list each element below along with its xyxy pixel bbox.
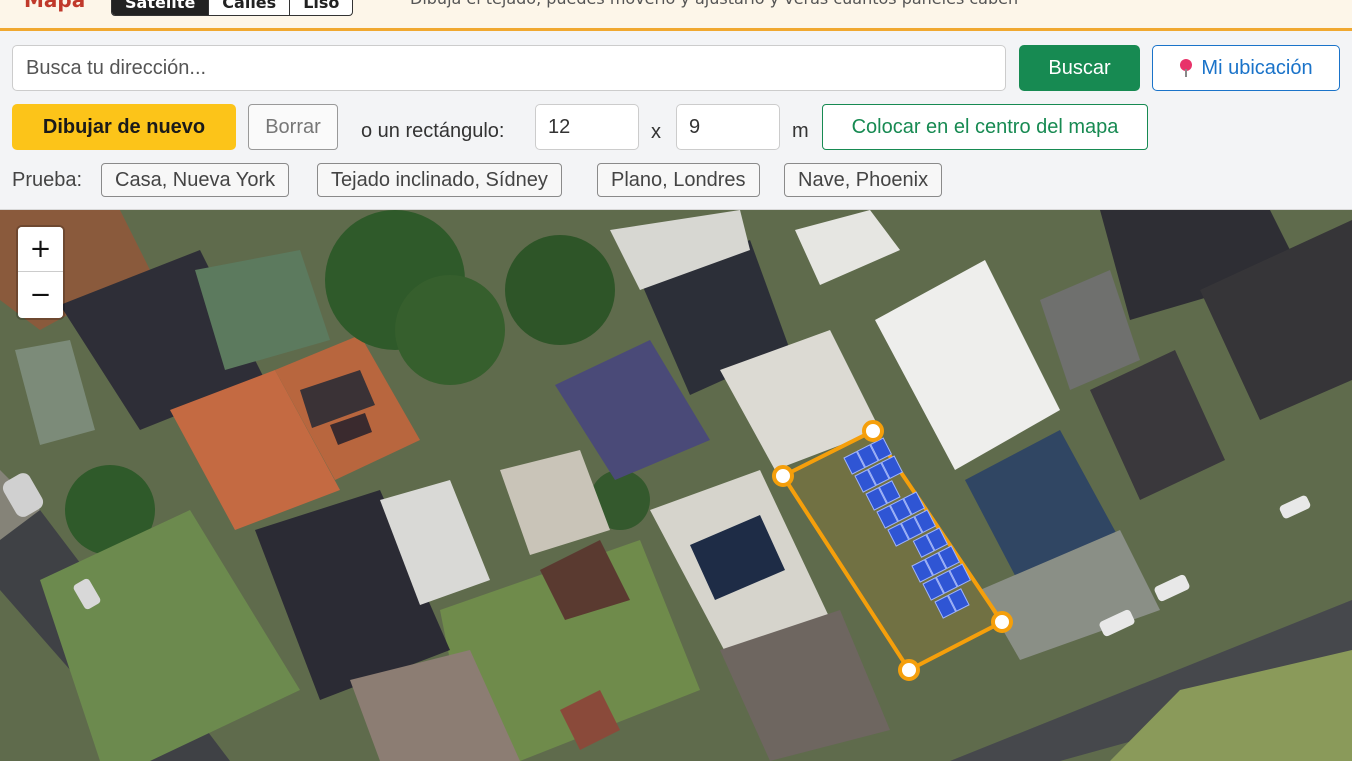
example-london-button[interactable]: Plano, Londres	[597, 163, 760, 197]
roof-drawing-layer	[772, 420, 1013, 681]
zoom-in-button[interactable]: +	[18, 227, 63, 272]
example-sydney-button[interactable]: Tejado inclinado, Sídney	[317, 163, 562, 197]
address-search-input[interactable]	[12, 45, 1006, 91]
header-hint: Dibuja el tejado, puedes moverlo y ajust…	[410, 0, 1018, 8]
mode-streets-button[interactable]: Calles	[209, 0, 291, 15]
vertex-handle[interactable]	[772, 465, 794, 487]
search-button[interactable]: Buscar	[1019, 45, 1140, 91]
map-mode-switch: Satélite Calles Liso	[111, 0, 354, 16]
mode-satellite-button[interactable]: Satélite	[112, 0, 210, 15]
place-center-button[interactable]: Colocar en el centro del mapa	[822, 104, 1148, 150]
examples-label: Prueba:	[12, 169, 83, 191]
top-header: Mapa Satélite Calles Liso Dibuja el teja…	[0, 0, 1352, 31]
clear-button[interactable]: Borrar	[248, 104, 338, 150]
example-phoenix-button[interactable]: Nave, Phoenix	[784, 163, 943, 197]
vertex-handle[interactable]	[862, 420, 884, 442]
rect-height-input[interactable]	[676, 104, 780, 150]
zoom-out-button[interactable]: −	[18, 272, 63, 317]
rectangle-label: o un rectángulo:	[361, 120, 505, 142]
example-new-york-button[interactable]: Casa, Nueva York	[101, 163, 290, 197]
my-location-button[interactable]: Mi ubicación	[1152, 45, 1340, 91]
zoom-control: + −	[18, 227, 63, 318]
my-location-label: Mi ubicación	[1201, 56, 1313, 79]
mode-plain-button[interactable]: Liso	[290, 0, 352, 15]
satellite-map[interactable]: + −	[0, 210, 1352, 761]
times-label: x	[651, 121, 661, 143]
vertex-handle[interactable]	[898, 659, 920, 681]
rect-width-input[interactable]	[535, 104, 639, 150]
unit-label: m	[792, 120, 809, 142]
redraw-button[interactable]: Dibujar de nuevo	[12, 104, 236, 150]
map-title: Mapa	[24, 0, 86, 12]
vertex-handle[interactable]	[991, 611, 1013, 633]
pin-icon	[1179, 59, 1193, 77]
controls-panel: Buscar Mi ubicación Dibujar de nuevo Bor…	[0, 31, 1352, 210]
